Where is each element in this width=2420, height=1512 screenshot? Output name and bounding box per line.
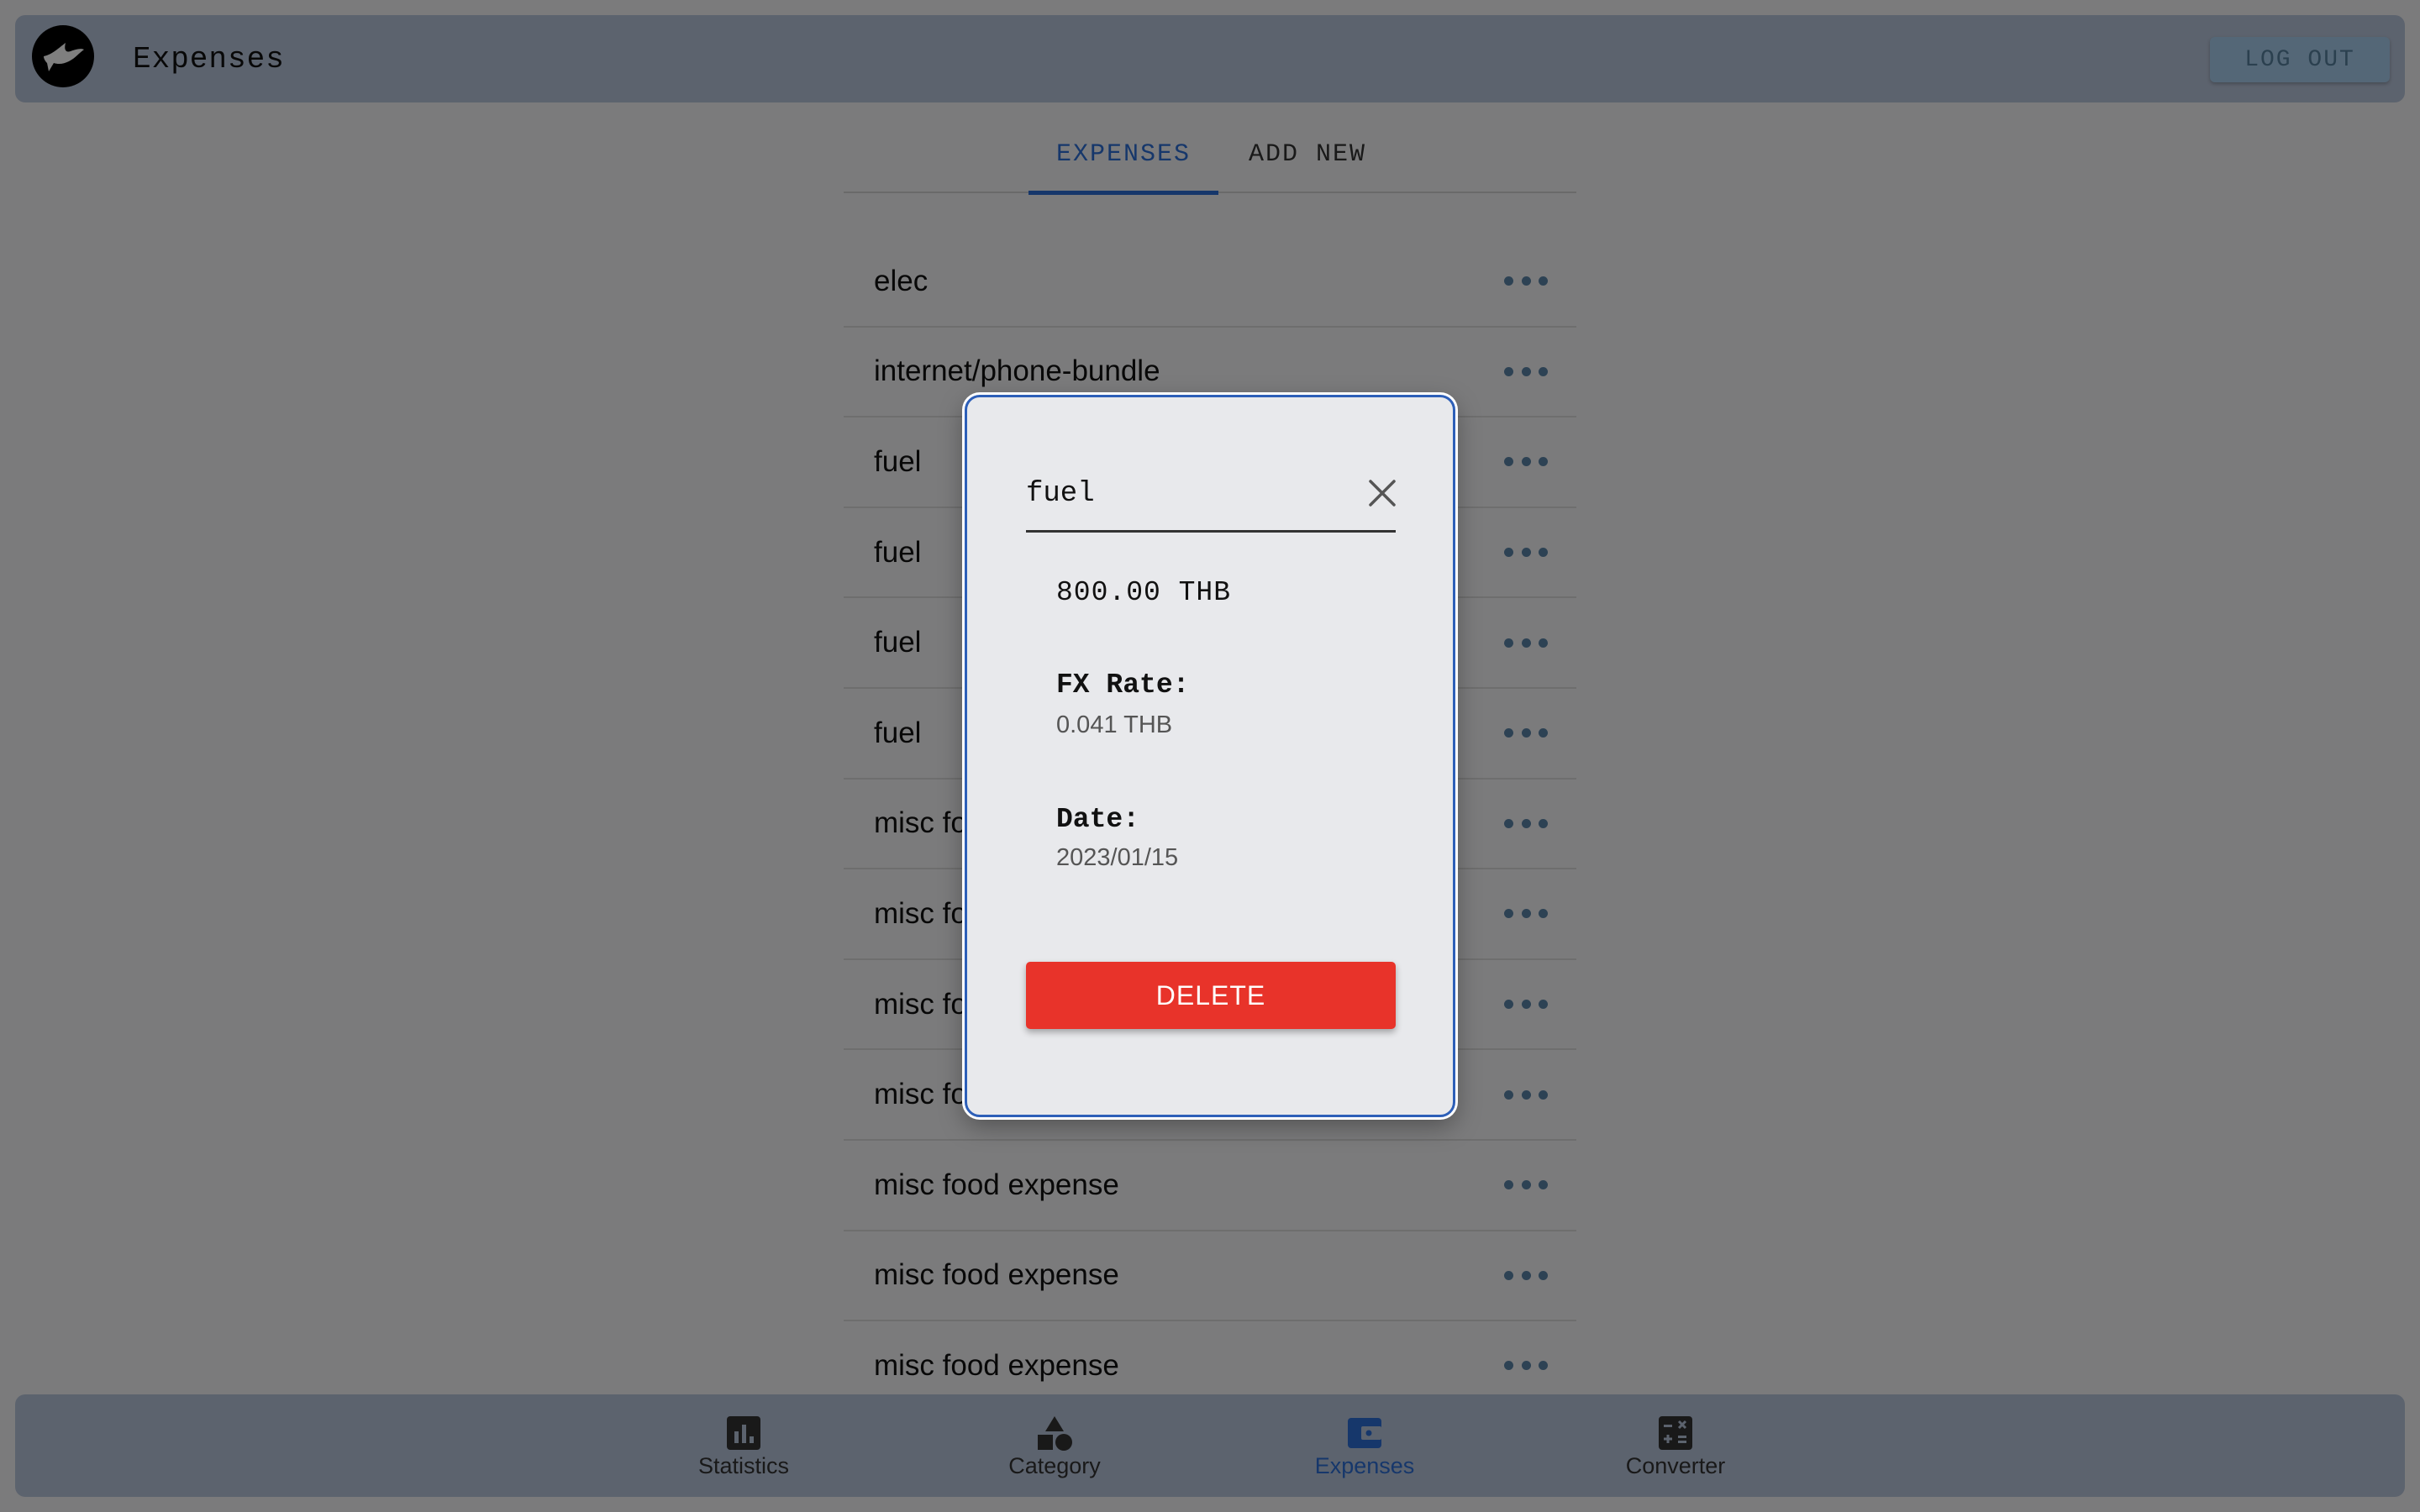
- expense-amount: 800.00 THB: [1056, 577, 1232, 608]
- date-value: 2023/01/15: [1056, 844, 1179, 871]
- close-icon[interactable]: [1364, 475, 1401, 512]
- delete-button[interactable]: DELETE: [1026, 962, 1396, 1029]
- fx-rate-label: FX Rate:: [1056, 669, 1190, 701]
- title-divider: [1026, 530, 1396, 533]
- fx-rate-value: 0.041 THB: [1056, 711, 1173, 738]
- date-label: Date:: [1056, 804, 1140, 835]
- dialog-title: fuel: [1026, 478, 1095, 510]
- expense-detail-dialog: fuel 800.00 THB FX Rate: 0.041 THB Date:…: [965, 395, 1455, 1117]
